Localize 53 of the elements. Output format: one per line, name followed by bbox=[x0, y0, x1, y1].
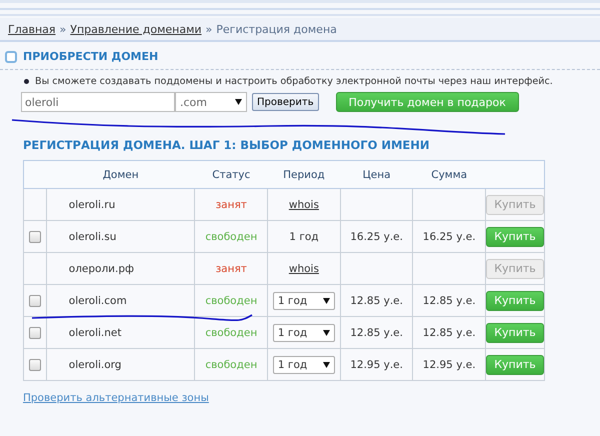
row-checkbox[interactable] bbox=[28, 294, 41, 307]
domain-name: oleroli.ru bbox=[68, 198, 116, 210]
caret-icon bbox=[235, 99, 242, 105]
breadcrumb-separator: » bbox=[206, 22, 212, 36]
period-select[interactable]: 1 год bbox=[272, 324, 335, 342]
domain-name: oleroli.net bbox=[68, 326, 122, 338]
column-header: Сумма bbox=[412, 160, 486, 188]
domain-status: свободен bbox=[205, 326, 258, 338]
domain-name: oleroli.org bbox=[68, 358, 122, 370]
row-checkbox[interactable] bbox=[28, 358, 41, 371]
column-header: Период bbox=[268, 160, 340, 188]
caret-icon bbox=[322, 298, 330, 304]
breadcrumb-link[interactable]: Регистрация домена bbox=[216, 22, 337, 36]
step-heading: РЕГИСТРАЦИЯ ДОМЕНА. ШАГ 1: ВЫБОР ДОМЕННОГО ИМЕНИ bbox=[23, 138, 431, 152]
check-button[interactable]: Проверить bbox=[252, 93, 319, 111]
domain-input[interactable]: oleroli bbox=[21, 92, 175, 112]
alternative-zones-link[interactable]: Проверить альтернативные зоны bbox=[23, 392, 209, 404]
domain-status: занят bbox=[216, 198, 247, 210]
total-text: 12.95 у.е. bbox=[422, 358, 476, 370]
row-checkbox[interactable] bbox=[28, 326, 41, 339]
price-text: 16.25 у.е. bbox=[350, 230, 403, 242]
total-text: 12.85 у.е. bbox=[422, 294, 476, 306]
domain-name: oleroli.su bbox=[68, 230, 116, 242]
column-header: Статус bbox=[194, 160, 268, 188]
caret-icon bbox=[322, 362, 330, 368]
caret-icon bbox=[322, 330, 330, 336]
price-text: 12.85 у.е. bbox=[350, 294, 403, 306]
period-text: 1 год bbox=[289, 230, 319, 242]
domain-status: занят bbox=[216, 262, 247, 274]
total-text: 12.85 у.е. bbox=[422, 326, 476, 338]
total-text: 16.25 у.е. bbox=[422, 230, 476, 242]
breadcrumb-link[interactable]: Управление доменами bbox=[70, 22, 202, 36]
whois-link[interactable]: whois bbox=[288, 262, 319, 274]
section-title: ПРИОБРЕСТИ ДОМЕН bbox=[23, 50, 158, 63]
whois-link[interactable]: whois bbox=[288, 198, 319, 210]
row-checkbox[interactable] bbox=[28, 230, 41, 243]
domain-status: свободен bbox=[205, 230, 258, 242]
breadcrumb-link[interactable]: Главная bbox=[8, 22, 56, 36]
domain-name: олероли.рф bbox=[68, 262, 134, 274]
section-icon bbox=[5, 50, 17, 62]
period-select[interactable]: 1 год bbox=[272, 356, 335, 374]
domain-name: oleroli.com bbox=[68, 294, 127, 306]
column-header: Домен bbox=[46, 160, 195, 188]
breadcrumb-separator: » bbox=[60, 22, 66, 36]
domain-status: свободен bbox=[205, 294, 258, 306]
domain-status: свободен bbox=[205, 358, 258, 370]
price-text: 12.95 у.е. bbox=[350, 358, 403, 370]
period-select[interactable]: 1 год bbox=[272, 292, 335, 310]
zone-select[interactable]: .com bbox=[175, 92, 247, 112]
bullet-icon bbox=[24, 79, 29, 84]
info-text: Вы сможете создавать поддомены и настроить обработку электронной почты через наш интерфейс. bbox=[35, 76, 553, 87]
price-text: 12.85 у.е. bbox=[350, 326, 403, 338]
column-header: Цена bbox=[340, 160, 413, 188]
